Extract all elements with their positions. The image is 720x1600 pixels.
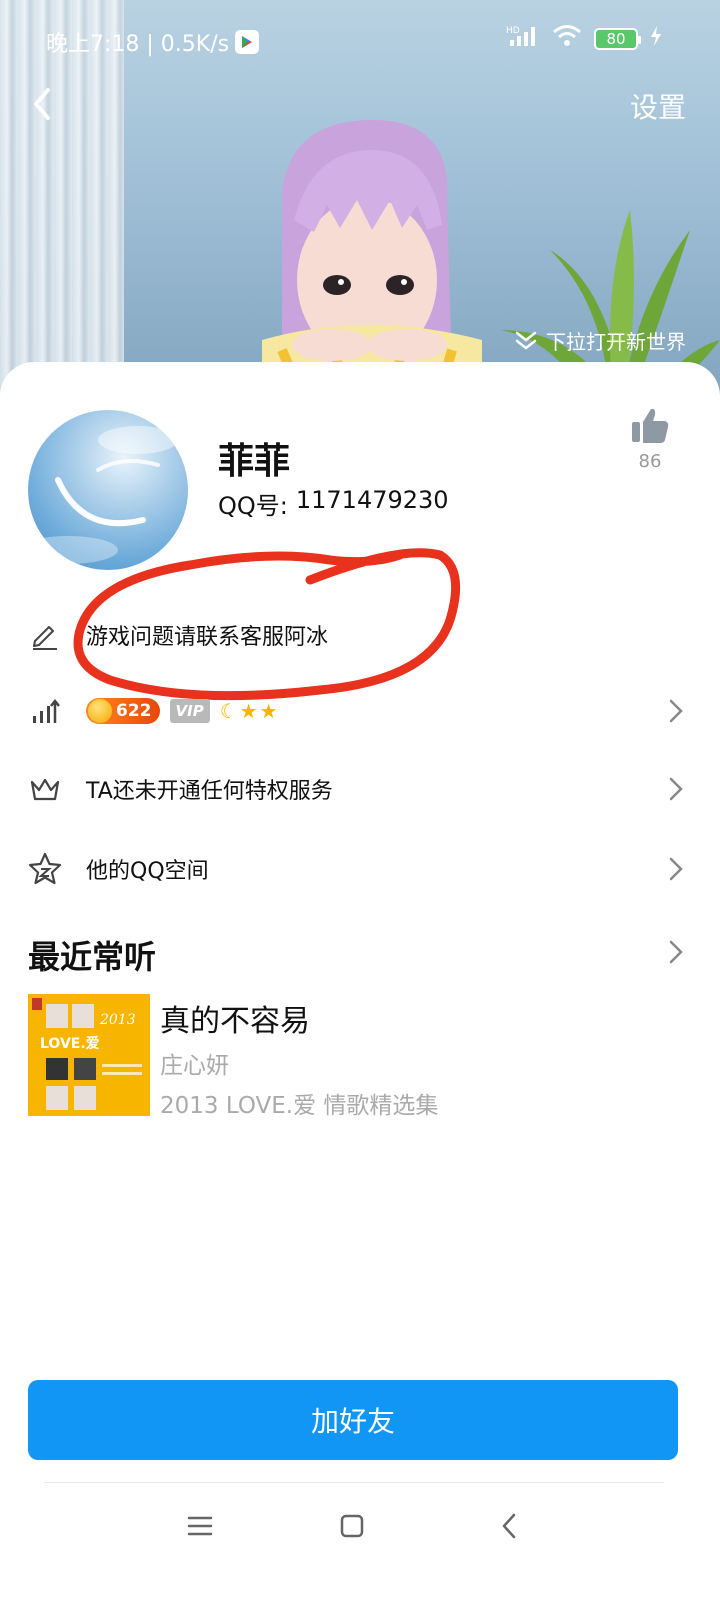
vip-badge: VIP (169, 699, 210, 723)
avatar[interactable] (28, 410, 188, 570)
avatar-sky-image (28, 426, 178, 564)
bottom-divider (44, 1482, 664, 1483)
pull-to-open-hint[interactable]: 下拉打开新世界 (514, 326, 686, 355)
chevron-left-icon (34, 88, 50, 120)
home-icon[interactable] (334, 1508, 370, 1544)
album-cover[interactable]: 2013 LOVE.爱 (28, 994, 150, 1116)
pull-hint-text: 下拉打开新世界 (546, 330, 686, 354)
chevron-right-icon (669, 699, 683, 723)
thumbs-up-icon (632, 408, 669, 443)
qzone-star-icon (28, 852, 62, 886)
privilege-row[interactable]: TA还未开通任何特权服务 (0, 754, 720, 824)
add-friend-button[interactable]: 加好友 (28, 1380, 678, 1460)
star-icon: ★ (259, 699, 278, 723)
recent-music-title[interactable]: 最近常听 (28, 932, 156, 978)
nickname: 菲菲 (218, 441, 291, 482)
crown-icon (28, 772, 62, 806)
moon-icon: ☾ (219, 699, 238, 723)
level-badge: 622 (86, 698, 160, 724)
battery-icon: 80 (594, 28, 641, 50)
back-nav-icon[interactable] (492, 1508, 528, 1544)
settings-button[interactable]: 设置 (630, 86, 686, 126)
privilege-text: TA还未开通任何特权服务 (86, 779, 333, 804)
cover-year: 2013 (99, 1012, 136, 1028)
like-button[interactable]: 86 (620, 406, 680, 472)
signature-row[interactable]: 游戏问题请联系客服阿冰 (0, 600, 720, 670)
signal-icon: HD (506, 24, 540, 54)
status-time-speed: 晚上7:18 | 0.5K/s (46, 32, 230, 57)
star-icon: ★ (239, 699, 258, 723)
chevron-right-icon[interactable] (668, 938, 684, 966)
qq-number-label: QQ号: (218, 492, 288, 520)
level-chart-icon (28, 694, 62, 728)
play-store-icon (235, 30, 260, 54)
chevron-right-icon (669, 857, 683, 881)
double-chevron-down-icon (515, 331, 537, 350)
profile-cover[interactable]: 晚上7:18 | 0.5K/s HD 80 设置 下拉打开新世界 (0, 0, 720, 420)
pencil-icon (28, 618, 62, 652)
level-number: 622 (116, 701, 152, 721)
charging-icon (650, 26, 662, 52)
level-badges: 622 VIP ☾ ★ ★ (86, 698, 278, 724)
menu-icon[interactable] (182, 1508, 218, 1544)
network-type-label: HD (506, 26, 520, 36)
qzone-row[interactable]: 他的QQ空间 (0, 834, 720, 904)
qq-number-line[interactable]: QQ号: 1171479230 (218, 486, 449, 521)
album-cover-art: 2013 LOVE.爱 (28, 994, 150, 1116)
signature-text: 游戏问题请联系客服阿冰 (86, 625, 329, 650)
like-count: 86 (638, 451, 662, 472)
song-title[interactable]: 真的不容易 (160, 996, 310, 1040)
qq-number: 1171479230 (295, 486, 449, 514)
profile-card: 菲菲 QQ号: 1171479230 86 游戏问题请联系客服阿冰 622 VI… (0, 362, 720, 1600)
back-button[interactable] (24, 84, 64, 124)
song-artist: 庄心妍 (160, 1053, 229, 1079)
qzone-text: 他的QQ空间 (86, 859, 209, 884)
level-stars: ☾ ★ ★ (220, 699, 278, 723)
system-nav-bar (0, 1490, 720, 1560)
battery-level: 80 (606, 30, 626, 48)
cover-love: LOVE.爱 (40, 1036, 100, 1052)
wifi-icon (552, 24, 582, 54)
status-bar: 晚上7:18 | 0.5K/s HD 80 (0, 0, 720, 80)
level-row[interactable]: 622 VIP ☾ ★ ★ (0, 676, 720, 746)
chevron-right-icon (669, 777, 683, 801)
song-album: 2013 LOVE.爱 情歌精选集 (160, 1093, 439, 1119)
